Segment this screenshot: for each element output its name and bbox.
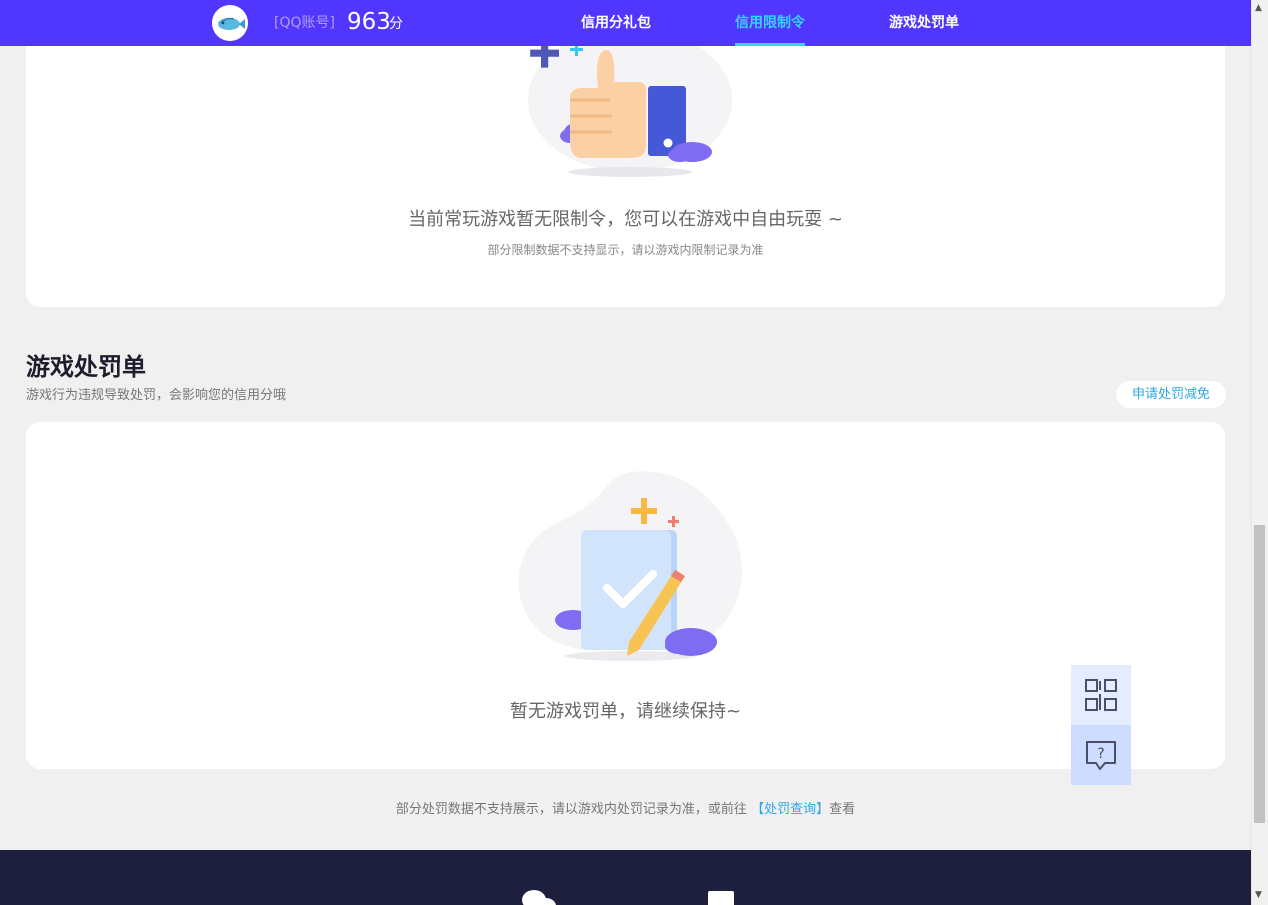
qr-code-button[interactable] — [1071, 665, 1131, 725]
page-footer — [0, 850, 1251, 905]
qr-code-icon — [1085, 679, 1117, 711]
floating-toolbar: ? — [1071, 665, 1131, 785]
section-title-penalty: 游戏处罚单 — [26, 353, 146, 381]
svg-text:?: ? — [1097, 746, 1104, 762]
footnote-prefix: 部分处罚数据不支持展示，请以游戏内处罚记录为准，或前往 — [395, 802, 747, 817]
credit-score-value: 963 — [347, 9, 391, 35]
section-subtitle-penalty: 游戏行为违规导致处罚，会影响您的信用分哦 — [26, 388, 287, 403]
active-tab-underline — [735, 43, 805, 46]
wechat-icon[interactable] — [520, 890, 558, 905]
restriction-empty-subtitle: 部分限制数据不支持显示，请以游戏内限制记录为准 — [487, 243, 764, 257]
nav-tab-restriction-order[interactable]: 信用限制令 — [735, 14, 805, 32]
account-type-label: [QQ账号] — [274, 15, 335, 31]
thumbs-up-illustration-icon — [528, 30, 732, 177]
help-chat-icon: ? — [1086, 741, 1116, 770]
footer-qr-icon[interactable] — [708, 891, 734, 905]
footnote-suffix: 查看 — [829, 802, 856, 817]
checklist-pencil-illustration-icon — [518, 471, 743, 661]
penalty-empty-title: 暂无游戏罚单，请继续保持~ — [509, 701, 742, 722]
help-button[interactable]: ? — [1071, 725, 1131, 785]
scroll-up-arrow-icon[interactable]: ▲ — [1255, 3, 1262, 13]
scroll-down-arrow-icon[interactable]: ▼ — [1255, 890, 1262, 900]
avatar[interactable] — [212, 5, 248, 41]
penalty-footnote: 部分处罚数据不支持展示，请以游戏内处罚记录为准，或前往 【处罚查询】查看 — [0, 801, 1251, 819]
penalty-query-link[interactable]: 【处罚查询】 — [751, 802, 829, 817]
top-nav-bar: [QQ账号] 963 分 信用分礼包 信用限制令 游戏处罚单 — [0, 0, 1251, 46]
fish-avatar-icon — [212, 5, 248, 41]
apply-penalty-reduction-button[interactable]: 申请处罚减免 — [1116, 381, 1226, 408]
credit-score-unit: 分 — [389, 16, 403, 32]
nav-tab-penalty-ticket[interactable]: 游戏处罚单 — [889, 14, 959, 32]
restriction-empty-title: 当前常玩游戏暂无限制令，您可以在游戏中自由玩耍 ~ — [408, 209, 843, 230]
scrollbar-thumb[interactable] — [1254, 525, 1265, 823]
nav-tab-gift-pack[interactable]: 信用分礼包 — [581, 14, 651, 32]
